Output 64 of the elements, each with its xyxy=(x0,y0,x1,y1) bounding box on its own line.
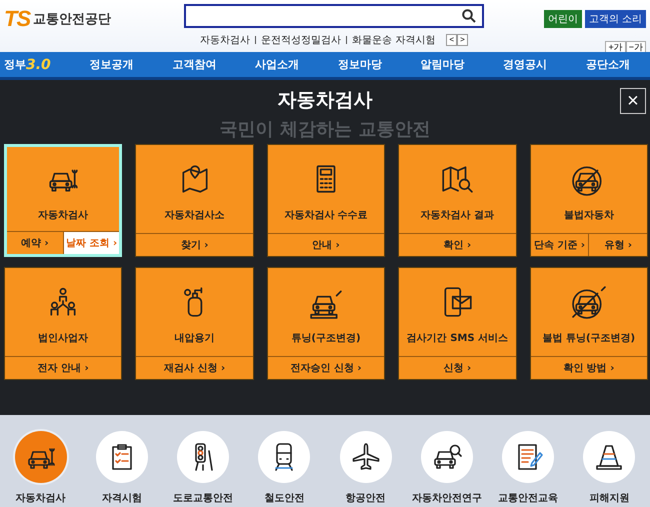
service-card[interactable]: 불법 튜닝(구조변경) 확인 방법 › xyxy=(530,267,648,380)
nav-item[interactable]: 알림마당 xyxy=(420,57,464,72)
search-icon[interactable] xyxy=(462,9,476,23)
card-link[interactable]: 찾기 › xyxy=(136,234,253,256)
search-field[interactable] xyxy=(184,4,484,28)
card-link[interactable]: 재검사 신청 › xyxy=(136,357,253,379)
nav-item[interactable]: 경영공시 xyxy=(503,57,548,72)
quick-link[interactable]: 자동차검사 xyxy=(200,33,250,47)
card-title: 검사기간 SMS 서비스 xyxy=(406,332,508,345)
card-title: 불법자동차 xyxy=(564,209,614,222)
category-label[interactable]: 도로교통안전 xyxy=(173,491,234,505)
background-slogan: 국민이 체감하는 교통안전 xyxy=(218,120,432,140)
card-link[interactable]: 단속 기준 › xyxy=(530,234,588,256)
card-link[interactable]: 안내 › xyxy=(268,234,384,256)
no-car-wrench-icon xyxy=(572,285,606,319)
nav-item[interactable]: 고객참여 xyxy=(172,57,216,72)
category-button[interactable] xyxy=(14,431,67,483)
card-title: 자동차검사 수수료 xyxy=(284,209,368,222)
category-label[interactable]: 자동차검사 xyxy=(16,491,66,505)
card-link[interactable]: 유형 › xyxy=(588,234,647,256)
service-card[interactable]: 법인사업자 전자 안내 › xyxy=(4,267,122,380)
category-label[interactable]: 철도안전 xyxy=(264,491,304,505)
service-card[interactable]: 검사기간 SMS 서비스 신청 › xyxy=(398,267,517,380)
category-label[interactable]: 자격시험 xyxy=(102,491,142,505)
card-title: 자동차검사소 xyxy=(164,209,225,222)
card-link[interactable]: 전자 안내 › xyxy=(5,357,122,379)
card-title: 불법 튜닝(구조변경) xyxy=(542,332,636,345)
service-card[interactable]: 자동차검사 수수료 안내 › xyxy=(266,144,386,257)
category-label[interactable]: 피해지원 xyxy=(589,491,630,505)
card-title: 튜닝(구조변경) xyxy=(291,332,361,345)
card-title: 법인사업자 xyxy=(38,332,88,345)
card-link[interactable]: 예약 › xyxy=(7,232,63,254)
service-card[interactable]: 자동차검사 예약 › 날짜 조회 › xyxy=(4,144,122,257)
nav-item[interactable]: 사업소개 xyxy=(255,57,300,72)
card-link[interactable]: 날짜 조회 › xyxy=(62,232,120,254)
category-label[interactable]: 교통안전교육 xyxy=(498,491,558,505)
logo-text[interactable]: 교통안전공단 xyxy=(33,10,112,28)
card-link[interactable]: 전자승인 신청 › xyxy=(268,357,384,379)
quick-link[interactable]: 화물운송 자격시험 xyxy=(352,33,436,47)
header-button[interactable]: 어린이 xyxy=(544,10,582,28)
service-card[interactable]: 내압용기 재검사 신청 › xyxy=(135,267,254,380)
category-label[interactable]: 자동차안전연구 xyxy=(412,491,482,505)
nav-item[interactable]: 정보마당 xyxy=(338,57,382,72)
airplane-icon xyxy=(350,441,382,473)
quick-link[interactable]: 운전적성정밀검사 xyxy=(261,33,342,47)
card-title: 자동차검사 xyxy=(38,209,88,222)
panel-title: 자동차검사 xyxy=(278,88,372,113)
nav-item[interactable]: 정보공개 xyxy=(90,57,134,72)
pager-button[interactable]: < xyxy=(446,34,458,46)
card-link[interactable]: 신청 › xyxy=(399,357,516,379)
card-link[interactable]: 확인 방법 › xyxy=(530,357,647,379)
nav-item[interactable]: 공단소개 xyxy=(586,57,630,72)
card-title: 내압용기 xyxy=(174,332,215,345)
pager-button[interactable]: > xyxy=(457,34,468,46)
service-card[interactable]: 자동차검사 결과 확인 › xyxy=(398,144,517,257)
card-title: 자동차검사 결과 xyxy=(420,209,494,222)
header-button[interactable]: 고객의 소리 xyxy=(585,10,646,28)
close-button[interactable]: × xyxy=(620,88,646,114)
service-card[interactable]: 자동차검사소 찾기 › xyxy=(135,144,254,257)
gov-badge-text[interactable]: 정부 xyxy=(4,57,26,72)
service-card[interactable]: 튜닝(구조변경) 전자승인 신청 › xyxy=(266,267,386,380)
service-card[interactable]: 불법자동차 단속 기준 › 유형 › xyxy=(530,144,648,257)
category-label[interactable]: 항공안전 xyxy=(346,491,386,505)
card-link[interactable]: 확인 › xyxy=(399,234,516,256)
